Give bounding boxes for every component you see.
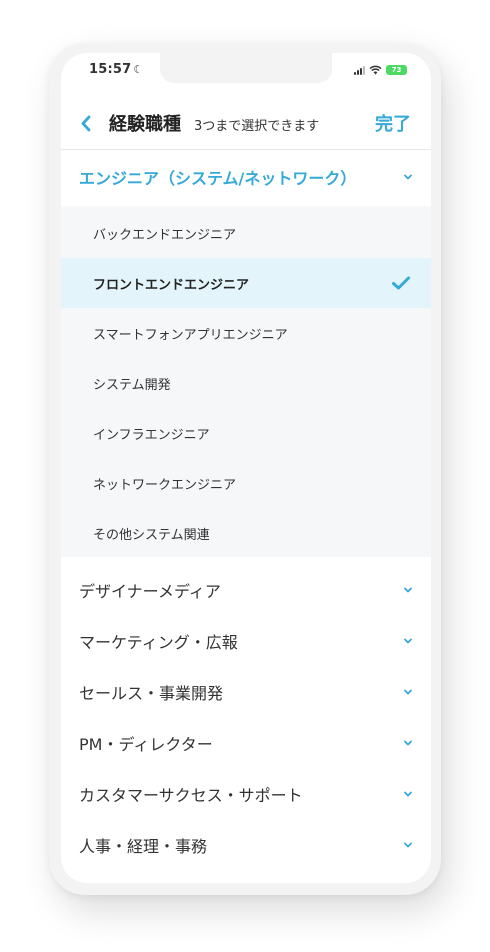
subcategory-label: ネットワークエンジニア bbox=[93, 477, 237, 493]
group-label: PM・ディレクター bbox=[79, 734, 213, 754]
done-button[interactable]: 完了 bbox=[375, 110, 411, 136]
subcategory-item[interactable]: バックエンドエンジニア bbox=[61, 208, 431, 258]
group-label: マーケティング・広報 bbox=[79, 632, 238, 652]
status-icons: 73 bbox=[354, 65, 407, 75]
group-label: セールス・事業開発 bbox=[79, 683, 224, 703]
header: 経験職種 3つまで選択できます 完了 bbox=[61, 99, 431, 150]
time-text: 15:57 bbox=[89, 62, 132, 77]
subcategory-item-selected[interactable]: フロントエンドエンジニア bbox=[61, 258, 431, 308]
back-button[interactable] bbox=[75, 113, 95, 133]
subcategory-label: システム開発 bbox=[93, 377, 171, 393]
subcategory-label: インフラエンジニア bbox=[93, 427, 210, 443]
group-label: カスタマーサクセス・サポート bbox=[79, 785, 303, 805]
subcategory-label: その他システム関連 bbox=[93, 527, 210, 543]
selection-hint: 3つまで選択できます bbox=[194, 119, 320, 134]
chevron-down-icon bbox=[404, 740, 412, 745]
subcategory-item[interactable]: インフラエンジニア bbox=[61, 408, 431, 458]
chevron-down-icon bbox=[404, 842, 412, 847]
checkmark-icon bbox=[392, 276, 410, 290]
group-label: デザイナーメディア bbox=[79, 581, 221, 601]
group-customer-success[interactable]: カスタマーサクセス・サポート bbox=[61, 768, 431, 819]
battery-icon: 73 bbox=[386, 65, 407, 75]
group-sales[interactable]: セールス・事業開発 bbox=[61, 666, 431, 717]
subcategory-item[interactable]: ネットワークエンジニア bbox=[61, 458, 431, 508]
status-time: 15:57 ☾ bbox=[89, 62, 143, 77]
subcategory-item[interactable]: システム開発 bbox=[61, 358, 431, 408]
group-marketing[interactable]: マーケティング・広報 bbox=[61, 615, 431, 666]
subcategory-item[interactable]: スマートフォンアプリエンジニア bbox=[61, 308, 431, 358]
group-engineer[interactable]: エンジニア（システム/ネットワーク） bbox=[61, 151, 431, 202]
group-hr-accounting[interactable]: 人事・経理・事務 bbox=[61, 819, 431, 870]
subcategory-label: フロントエンドエンジニア bbox=[93, 277, 250, 293]
page-title: 経験職種 bbox=[109, 114, 181, 135]
group-pm-director[interactable]: PM・ディレクター bbox=[61, 717, 431, 768]
group-designer-media[interactable]: デザイナーメディア bbox=[61, 564, 431, 615]
moon-icon: ☾ bbox=[133, 63, 144, 76]
battery-level: 73 bbox=[391, 66, 402, 74]
group-label: 人事・経理・事務 bbox=[79, 836, 208, 856]
subcategory-label: バックエンドエンジニア bbox=[93, 227, 237, 243]
wifi-icon bbox=[369, 65, 382, 75]
screen: 15:57 ☾ 73 経験職種 3つまで選択できます 完了 エンジニア（システム/… bbox=[61, 53, 431, 883]
notch bbox=[160, 53, 332, 83]
chevron-down-icon bbox=[404, 791, 412, 796]
group-label: エンジニア（システム/ネットワーク） bbox=[79, 168, 357, 188]
subcategory-label: スマートフォンアプリエンジニア bbox=[93, 327, 288, 343]
subcategory-item[interactable]: その他システム関連 bbox=[61, 508, 431, 558]
chevron-down-icon bbox=[404, 587, 412, 592]
chevron-down-icon bbox=[404, 689, 412, 694]
signal-icon bbox=[354, 65, 365, 75]
chevron-left-icon bbox=[81, 115, 90, 131]
chevron-down-icon bbox=[404, 638, 412, 643]
chevron-down-icon bbox=[404, 174, 412, 179]
